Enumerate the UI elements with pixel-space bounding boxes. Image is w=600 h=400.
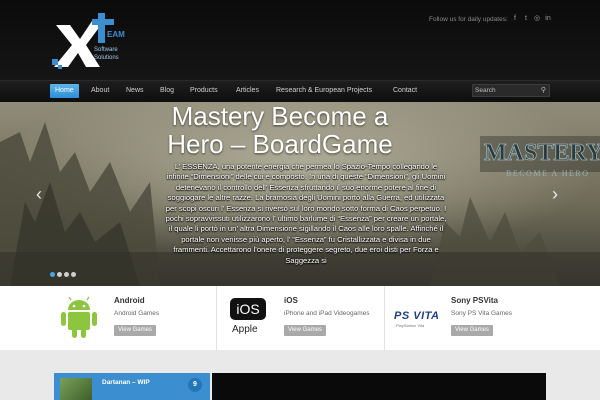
psvita-icon: PS VITA	[394, 310, 440, 322]
slider-next-arrow[interactable]: ›	[552, 184, 558, 205]
view-games-button[interactable]: View Games	[114, 325, 156, 336]
linkedin-icon[interactable]: in	[543, 14, 553, 24]
apple-wordmark: Apple	[232, 324, 258, 335]
follow-us-text: Follow us for daily updates:	[429, 16, 508, 23]
slider-dot[interactable]	[71, 272, 76, 277]
nav-research[interactable]: Research & European Projects	[271, 84, 377, 98]
mastery-logo-text: MASTERY	[484, 140, 600, 166]
dribbble-icon[interactable]: ◎	[532, 14, 542, 24]
feature-ios: iOS Apple iOS iPhone and iPad Videogames…	[222, 286, 392, 350]
slider-dot[interactable]	[64, 272, 69, 277]
feature-desc: Android Games	[114, 310, 160, 317]
xteam-logo[interactable]: EAM Software Solutions	[52, 11, 132, 71]
slide-title[interactable]: Mastery Become a Hero – BoardGame	[163, 102, 397, 158]
nav-news[interactable]: News	[121, 84, 149, 98]
feature-title: Sony PSVita	[451, 296, 498, 305]
nav-about[interactable]: About	[86, 84, 114, 98]
twitter-icon[interactable]: t	[521, 14, 531, 24]
slider-dot[interactable]	[57, 272, 62, 277]
mastery-logo-sub: BECOME A HERO	[506, 169, 590, 178]
post-title[interactable]: Dartanan – WIP	[102, 379, 150, 386]
view-games-button[interactable]: View Games	[451, 325, 493, 336]
header: EAM Software Solutions Follow us for dai…	[0, 0, 600, 80]
nav-contact[interactable]: Contact	[388, 84, 422, 98]
platform-features: Android Android Games View Games iOS App…	[0, 286, 600, 350]
feature-divider	[216, 286, 217, 350]
search-icon[interactable]: ⚲	[541, 86, 546, 94]
logo-brand-text: EAM	[107, 30, 125, 39]
nav-articles[interactable]: Articles	[231, 84, 264, 98]
psvita-sub: PlayStation Vita	[396, 323, 425, 328]
feature-desc: Sony PS Vita Games	[451, 310, 512, 317]
slider-prev-arrow[interactable]: ‹	[36, 184, 42, 205]
nav-products[interactable]: Products	[185, 84, 223, 98]
post-thumbnail[interactable]	[60, 378, 92, 400]
view-games-button[interactable]: View Games	[284, 325, 326, 336]
nav-blog[interactable]: Blog	[155, 84, 179, 98]
recent-post-widget[interactable]: Dartanan – WIP 9	[54, 373, 210, 400]
android-icon	[61, 296, 97, 338]
comment-count-badge: 9	[188, 378, 202, 392]
feature-android: Android Android Games View Games	[54, 286, 214, 350]
slide-title-line2: Hero – BoardGame	[167, 129, 393, 159]
slide-description: L’ ESSENZA, una potente energia che perm…	[165, 162, 447, 265]
slider-dot[interactable]	[50, 272, 55, 277]
feature-title: Android	[114, 296, 145, 305]
video-panel[interactable]	[212, 373, 546, 400]
logo-sub2: Solutions	[94, 55, 119, 61]
logo-sub1: Software	[94, 47, 118, 53]
hero-slider: MASTERY BECOME A HERO Mastery Become a H…	[0, 102, 600, 286]
feature-title: iOS	[284, 296, 298, 305]
feature-desc: iPhone and iPad Videogames	[284, 310, 370, 317]
slide-title-line1: Mastery Become a	[171, 102, 389, 131]
ios-apple-icon: iOS	[230, 298, 266, 320]
facebook-icon[interactable]: f	[510, 14, 520, 24]
nav-home[interactable]: Home	[50, 84, 79, 98]
search-input[interactable]	[475, 85, 537, 96]
search-box: ⚲	[472, 84, 550, 97]
feature-psvita: PS VITA PlayStation Vita Sony PSVita Son…	[390, 286, 550, 350]
slider-dots	[50, 264, 78, 282]
feature-divider	[384, 286, 385, 350]
